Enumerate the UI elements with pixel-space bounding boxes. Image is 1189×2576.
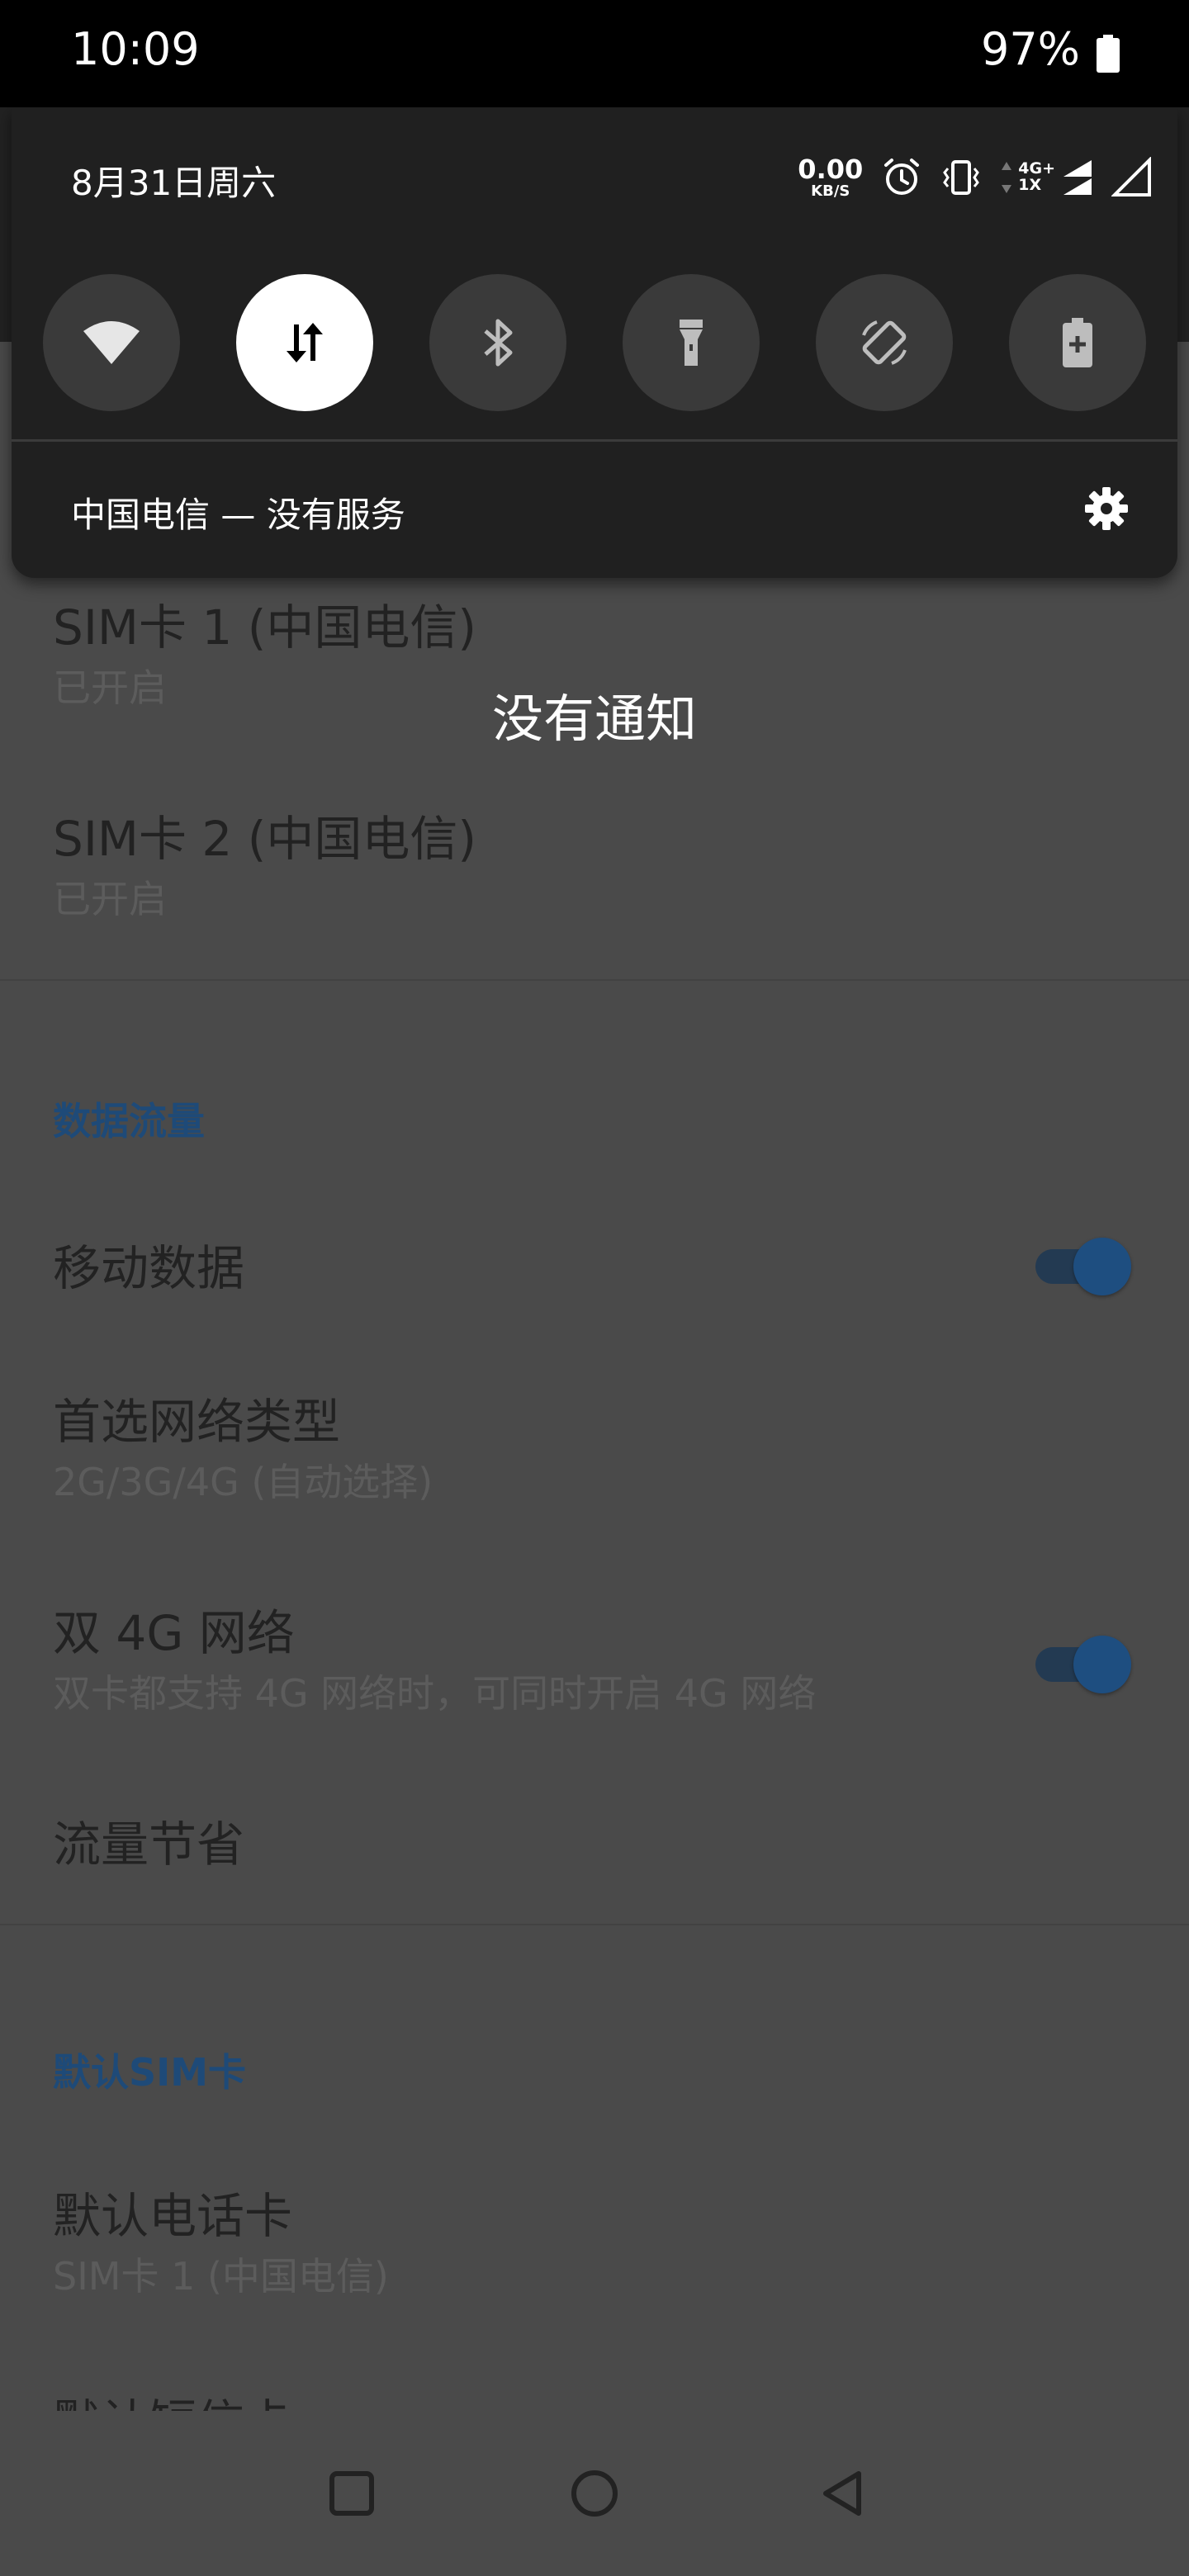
qs-tile-wifi[interactable] <box>43 274 180 411</box>
data-saver-title: 流量节省 <box>53 1816 245 1873</box>
network-speed-value: 0.00 <box>798 154 864 185</box>
shade-divider <box>12 439 1177 442</box>
network-type-badge: 4G+ 1X <box>1018 159 1055 194</box>
section-header-default-sim: 默认SIM卡 <box>53 2050 247 2095</box>
data-transfer-icon <box>287 323 323 362</box>
navigation-bar <box>0 2411 1189 2576</box>
recents-button[interactable] <box>286 2411 418 2576</box>
carrier-status: 中国电信 — 没有服务 <box>71 495 405 535</box>
alarm-icon <box>884 159 920 195</box>
home-button[interactable] <box>528 2411 661 2576</box>
dual-4g-toggle[interactable] <box>1030 1635 1131 1693</box>
default-call-row[interactable]: 默认电话卡 SIM卡 1 (中国电信) <box>53 2188 1136 2299</box>
section-divider <box>0 1924 1189 1925</box>
sim2-title: SIM卡 2 (中国电信) <box>53 811 476 867</box>
network-badge-bottom: 1X <box>1018 176 1042 194</box>
flashlight-icon <box>680 320 703 366</box>
dual-4g-row[interactable]: 双 4G 网络 双卡都支持 4G 网络时，可同时开启 4G 网络 <box>53 1605 1136 1717</box>
qs-tile-bluetooth[interactable] <box>429 274 566 411</box>
mobile-data-row[interactable]: 移动数据 <box>53 1240 1136 1298</box>
sim2-status: 已开启 <box>53 876 167 921</box>
qs-tile-mobile-data[interactable] <box>236 274 373 411</box>
sim2-row[interactable]: SIM卡 2 (中国电信) 已开启 <box>53 811 1136 922</box>
battery-icon <box>1097 35 1120 73</box>
section-header-data: 数据流量 <box>53 1099 205 1144</box>
bluetooth-icon <box>484 319 513 367</box>
notification-shade: 8月31日周六 0.00 KB/S 4G+ 1X 中国电信 — 没有服务 <box>12 107 1177 578</box>
status-bar: 10:09 97% <box>0 0 1189 107</box>
default-call-value: SIM卡 1 (中国电信) <box>53 2253 389 2299</box>
network-type-title: 首选网络类型 <box>53 1394 341 1450</box>
circle-icon <box>571 2470 618 2517</box>
battery-percent: 97% <box>980 23 1080 75</box>
network-badge-top: 4G+ <box>1018 159 1055 178</box>
toggle-thumb <box>1073 1636 1131 1693</box>
square-icon <box>329 2471 374 2516</box>
dual-4g-description: 双卡都支持 4G 网络时，可同时开启 4G 网络 <box>53 1670 817 1716</box>
data-saver-row[interactable]: 流量节省 <box>53 1816 1136 1874</box>
mobile-signal-group: 4G+ 1X <box>1000 159 1093 197</box>
toggle-thumb <box>1073 1238 1131 1295</box>
network-type-value: 2G/3G/4G (自动选择) <box>53 1459 433 1504</box>
data-arrows-icon <box>1002 162 1012 193</box>
signal-empty-icon <box>1111 157 1151 197</box>
signal-icon <box>1063 160 1092 195</box>
gear-icon[interactable] <box>1083 485 1130 532</box>
default-sms-row[interactable]: 默认短信卡 <box>53 2394 1136 2411</box>
dual-4g-title: 双 4G 网络 <box>53 1605 295 1661</box>
mobile-data-toggle[interactable] <box>1030 1237 1131 1295</box>
network-type-row[interactable]: 首选网络类型 2G/3G/4G (自动选择) <box>53 1394 1136 1505</box>
sim1-title: SIM卡 1 (中国电信) <box>53 599 476 656</box>
network-speed: 0.00 KB/S <box>798 156 863 199</box>
default-sms-title: 默认短信卡 <box>53 2394 1136 2411</box>
default-call-title: 默认电话卡 <box>53 2188 293 2244</box>
rotate-icon <box>862 320 907 365</box>
section-divider <box>0 979 1189 981</box>
back-button[interactable] <box>776 2411 908 2576</box>
vibrate-icon <box>943 160 980 195</box>
no-notifications-label: 没有通知 <box>491 689 697 749</box>
date: 8月31日周六 <box>71 163 277 203</box>
quick-settings-row <box>43 274 1149 411</box>
qs-tile-flashlight[interactable] <box>623 274 760 411</box>
shade-status-icons: 0.00 KB/S 4G+ 1X <box>798 149 1153 206</box>
mobile-data-title: 移动数据 <box>53 1240 245 1296</box>
qs-tile-battery-saver[interactable] <box>1009 274 1146 411</box>
battery-saver-icon <box>1063 318 1092 367</box>
clock: 10:09 <box>71 23 200 75</box>
wifi-icon <box>83 321 140 364</box>
qs-tile-auto-rotate[interactable] <box>816 274 953 411</box>
network-speed-unit: KB/S <box>811 182 850 200</box>
triangle-back-icon <box>823 2471 861 2516</box>
